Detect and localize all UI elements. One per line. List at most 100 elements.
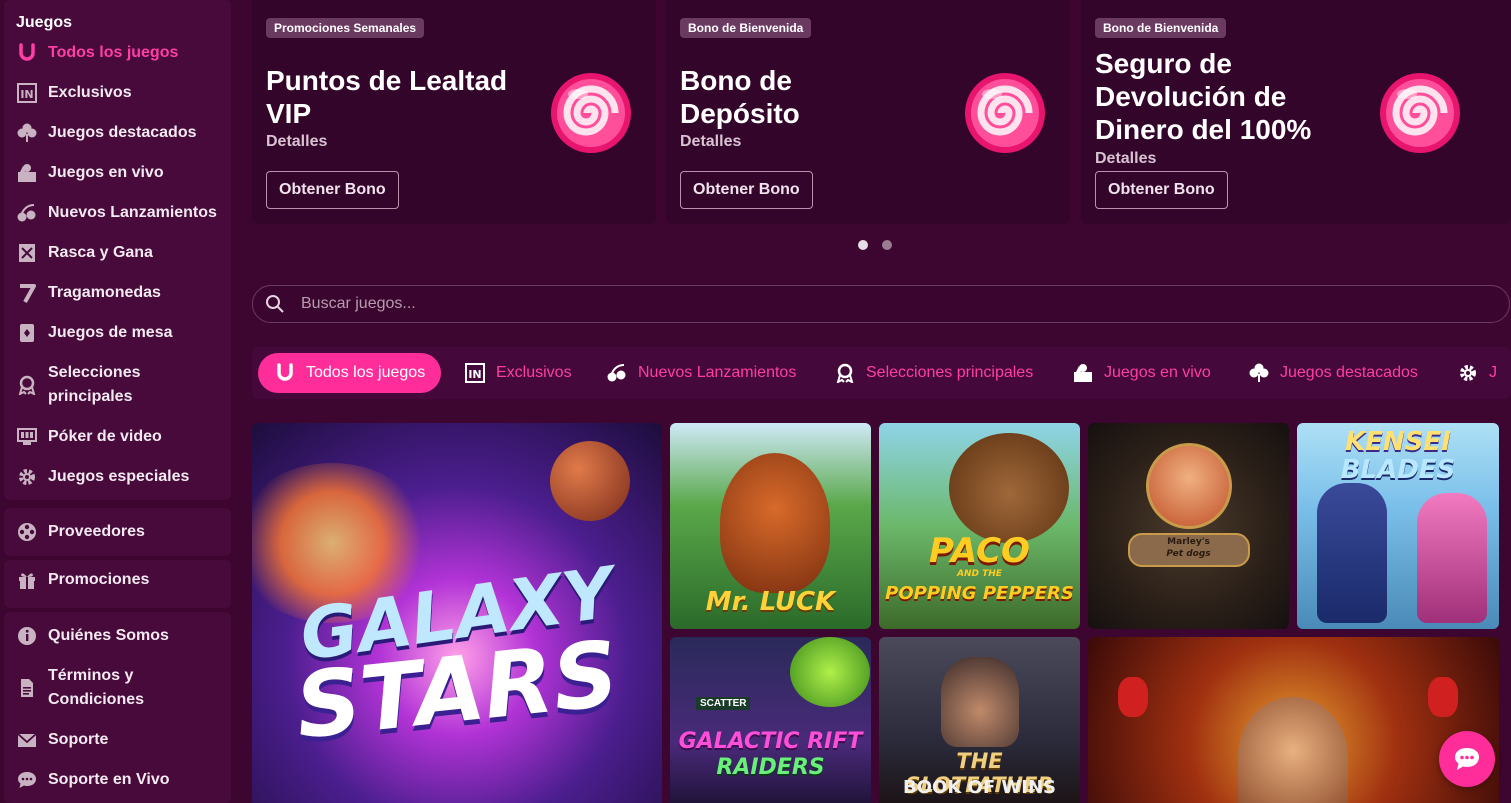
game-title: PACO: [929, 531, 1030, 571]
candy-swirl-icon: [965, 73, 1045, 153]
sidebar-item-scratch[interactable]: Rasca y Gana: [16, 241, 223, 265]
tab-all-games[interactable]: Todos los juegos: [258, 353, 442, 393]
sidebar-item-terms[interactable]: Términos y Condiciones: [16, 664, 223, 712]
tab-label: J: [1489, 364, 1497, 381]
scratch-card-icon: [16, 242, 38, 264]
tab-specialty[interactable]: J: [1457, 353, 1497, 393]
character-art: [1146, 443, 1232, 529]
get-bonus-button[interactable]: Obtener Bono: [1095, 171, 1228, 209]
tab-new-releases[interactable]: Nuevos Lanzamientos: [606, 353, 796, 393]
gift-icon: [16, 569, 38, 591]
main-content: Promociones Semanales Puntos de Lealtad …: [235, 0, 1511, 803]
sidebar-item-label: Promociones: [48, 571, 150, 588]
sidebar-item-label: Juegos destacados: [48, 124, 197, 141]
sidebar-item-label: Términos y Condiciones: [48, 667, 145, 708]
sidebar: Juegos Todos los juegos IN Exclusivos Ju…: [0, 0, 235, 803]
live-chat-button[interactable]: [1439, 731, 1495, 787]
candy-swirl-icon: [551, 73, 631, 153]
sidebar-item-label: Selecciones principales: [48, 364, 141, 405]
get-bonus-button[interactable]: Obtener Bono: [266, 171, 399, 209]
promo-details-link[interactable]: Detalles: [680, 133, 741, 151]
sidebar-heading: Juegos: [16, 14, 73, 31]
sidebar-item-support[interactable]: Soporte: [16, 728, 223, 752]
clover-icon: [16, 122, 38, 144]
sidebar-item-label: Nuevos Lanzamientos: [48, 204, 217, 221]
sidebar-item-all-games[interactable]: Todos los juegos: [16, 41, 223, 65]
sidebar-item-video-poker[interactable]: Póker de video: [16, 425, 223, 449]
game-subtitle: BLADES: [1340, 455, 1456, 485]
cherries-icon: [16, 202, 38, 224]
character-art: [949, 433, 1069, 543]
search-bar: [252, 285, 1510, 323]
cherries-icon: [606, 362, 628, 384]
sidebar-item-slots[interactable]: Tragamonedas: [16, 281, 223, 305]
game-tile-mr-luck[interactable]: Mr. LUCK: [670, 423, 871, 629]
film-reel-icon: [16, 521, 38, 543]
sidebar-item-label: Juegos de mesa: [48, 324, 173, 341]
promo-details-link[interactable]: Detalles: [266, 133, 327, 151]
svg-text:IN: IN: [468, 368, 481, 381]
sidebar-item-promotions[interactable]: Promociones: [16, 568, 223, 592]
cards-icon: [16, 322, 38, 344]
sidebar-item-specialty[interactable]: Juegos especiales: [16, 465, 223, 489]
game-subtitle: Pet dogs: [1166, 549, 1211, 559]
character-art: [1417, 493, 1487, 623]
gear-icon: [1457, 362, 1479, 384]
game-tile-slotfather[interactable]: THE SLOTFATHER BOOK OF WINS: [879, 637, 1080, 803]
promo-tag: Bono de Bienvenida: [1095, 18, 1227, 38]
video-poker-icon: [16, 426, 38, 448]
game-tile-galactic-rift-raiders[interactable]: SCATTER GALACTIC RIFT RAIDERS: [670, 637, 871, 803]
sidebar-item-top-picks[interactable]: Selecciones principales: [16, 361, 223, 409]
carousel-dot-1[interactable]: [858, 240, 868, 250]
tab-featured[interactable]: Juegos destacados: [1248, 353, 1418, 393]
sidebar-item-label: Póker de video: [48, 428, 162, 445]
promo-title: Seguro de Devolución de Dinero del 100%: [1095, 48, 1312, 145]
sidebar-item-new-releases[interactable]: Nuevos Lanzamientos: [16, 201, 223, 225]
character-art: [941, 657, 1019, 747]
game-tile-kensei-blades[interactable]: KENSEI BLADES: [1297, 423, 1499, 629]
tab-exclusives[interactable]: IN Exclusivos: [464, 353, 572, 393]
horseshoe-icon: [274, 362, 296, 384]
lantern-art: [1428, 677, 1458, 717]
get-bonus-button[interactable]: Obtener Bono: [680, 171, 813, 209]
game-subtitle: BOOK OF WINS: [903, 777, 1056, 798]
tab-label: Nuevos Lanzamientos: [638, 364, 797, 381]
tab-live[interactable]: Juegos en vivo: [1072, 353, 1211, 393]
character-art: [1317, 483, 1387, 623]
promo-card-deposit: Bono de Bienvenida Bono de Depósito Deta…: [666, 0, 1070, 224]
sidebar-item-label: Soporte en Vivo: [48, 771, 170, 788]
carousel-dot-2[interactable]: [882, 240, 892, 250]
sidebar-item-label: Exclusivos: [48, 84, 132, 101]
chat-icon: [16, 769, 38, 791]
document-icon: [16, 677, 38, 699]
game-tile-galaxy-stars[interactable]: GALAXY STARS: [252, 423, 662, 803]
sidebar-item-live-support[interactable]: Soporte en Vivo: [16, 768, 223, 792]
game-subtitle: RAIDERS: [716, 755, 825, 780]
sidebar-item-label: Soporte: [48, 731, 109, 748]
search-input[interactable]: [301, 295, 1401, 313]
gear-icon: [16, 466, 38, 488]
in-badge-icon: IN: [464, 362, 486, 384]
sidebar-item-providers[interactable]: Proveedores: [16, 520, 223, 544]
game-subtitle-small: AND THE: [957, 569, 1002, 579]
promo-card-cashback: Bono de Bienvenida Seguro de Devolución …: [1081, 0, 1511, 224]
clover-icon: [1248, 362, 1270, 384]
promo-title: Puntos de Lealtad VIP: [266, 65, 508, 129]
in-badge-icon: IN: [16, 82, 38, 104]
tab-top-picks[interactable]: Selecciones principales: [834, 353, 1033, 393]
horseshoe-icon: [16, 42, 38, 64]
carousel-dots: [858, 240, 892, 250]
promo-tag: Promociones Semanales: [266, 18, 425, 38]
sidebar-item-about[interactable]: Quiénes Somos: [16, 624, 223, 648]
promo-details-link[interactable]: Detalles: [1095, 150, 1156, 168]
game-tile-marleys-pet-dogs[interactable]: Marley's Pet dogs: [1088, 423, 1289, 629]
sidebar-item-featured[interactable]: Juegos destacados: [16, 121, 223, 145]
live-dealer-icon: [16, 162, 38, 184]
sidebar-item-exclusives[interactable]: IN Exclusivos: [16, 81, 223, 105]
sidebar-item-label: Todos los juegos: [48, 44, 179, 61]
sidebar-item-live[interactable]: Juegos en vivo: [16, 161, 223, 185]
game-tile-fortune-god[interactable]: [1088, 637, 1499, 803]
sidebar-item-table-games[interactable]: Juegos de mesa: [16, 321, 223, 345]
game-title: KENSEI: [1345, 427, 1451, 457]
game-tile-paco[interactable]: PACO AND THE POPPING PEPPERS: [879, 423, 1080, 629]
